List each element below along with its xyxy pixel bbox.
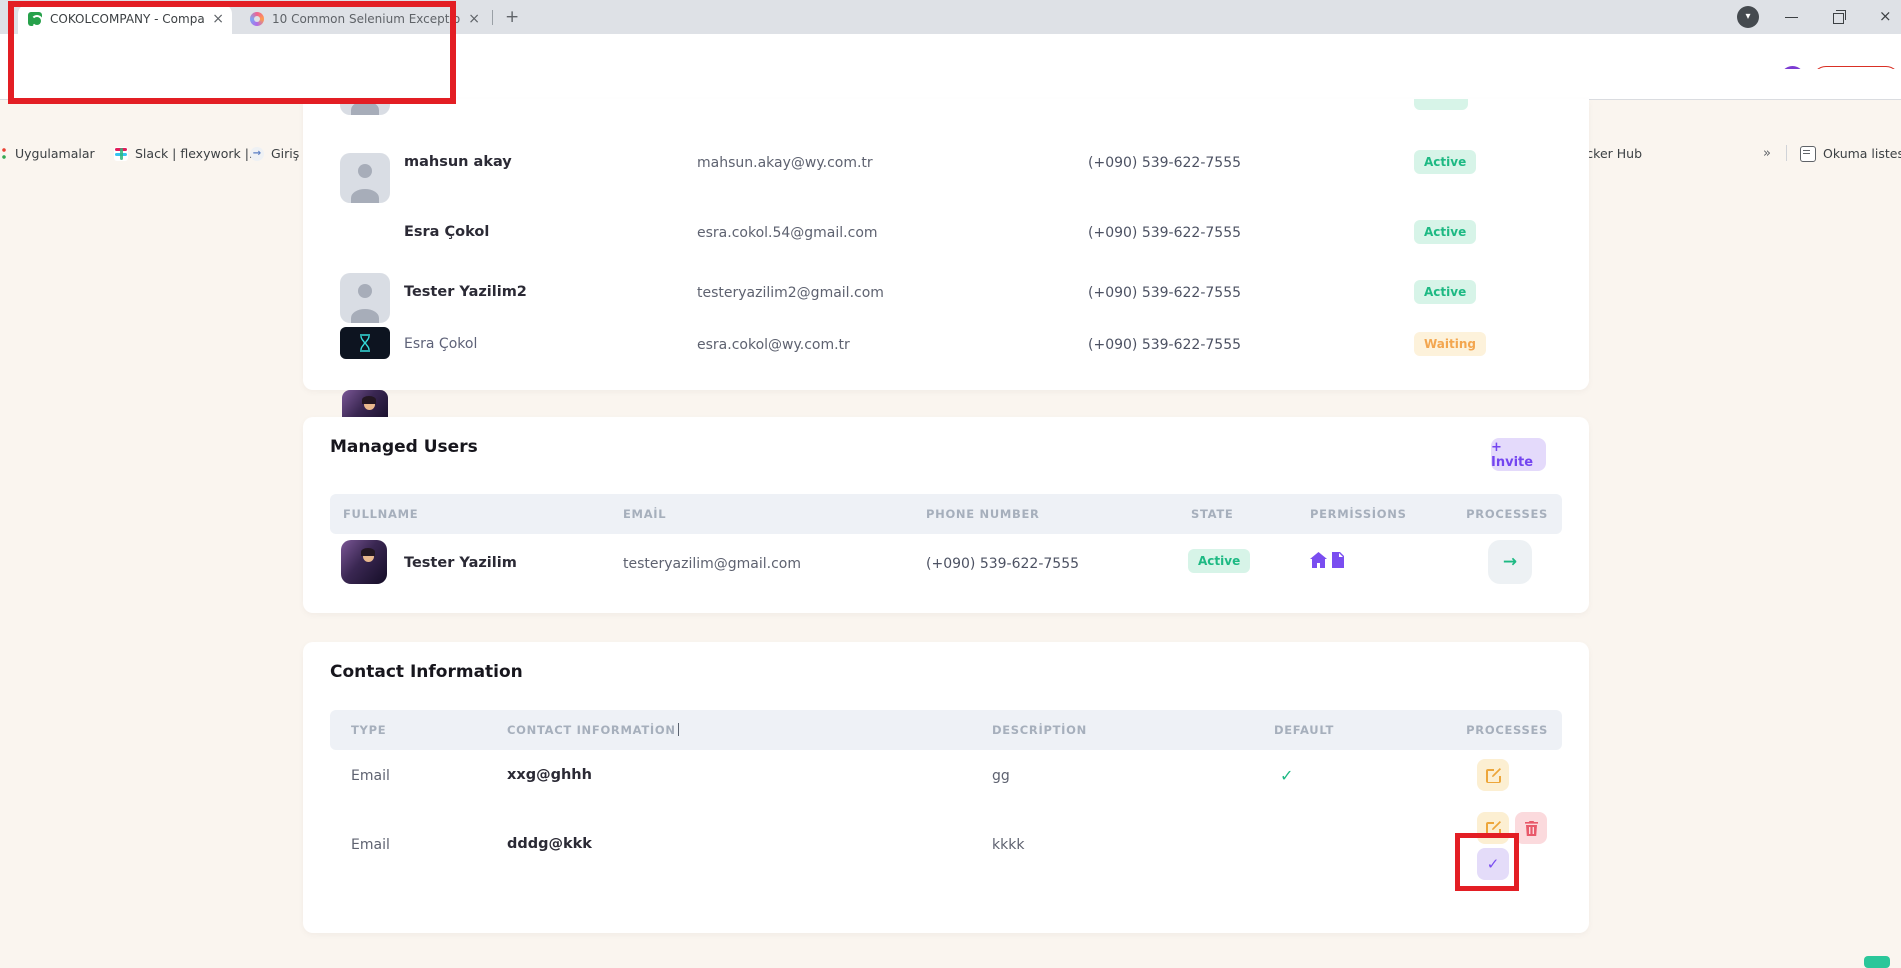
- section-title: Managed Users: [330, 437, 478, 457]
- company-tab-favicon: [28, 12, 42, 26]
- delete-contact-button[interactable]: [1515, 812, 1547, 844]
- avatar: [340, 273, 390, 323]
- confirm-contact-button[interactable]: ✓: [1477, 848, 1509, 880]
- col-fullname: FULLNAME: [343, 507, 418, 521]
- invite-button[interactable]: + Invite: [1491, 438, 1546, 471]
- status-badge: Waiting: [1414, 332, 1486, 356]
- status-badge: Active: [1414, 280, 1476, 304]
- arrow-icon: →: [250, 147, 264, 161]
- bookmark-label: Uygulamalar: [15, 146, 95, 161]
- permission-home-icon: [1310, 552, 1327, 572]
- contact-value: xxg@ghhh: [507, 767, 592, 783]
- apps-grid-icon: [0, 147, 8, 161]
- user-phone: (+090) 539-622-7555: [1088, 285, 1241, 301]
- col-type: TYPE: [351, 723, 386, 737]
- window-restore-button[interactable]: [1833, 13, 1844, 24]
- hourglass-graphic: [358, 334, 372, 352]
- edit-pencil-icon: [1486, 821, 1501, 836]
- default-check-icon: ✓: [1280, 766, 1293, 785]
- col-email: EMAİL: [623, 507, 666, 521]
- window-minimize-button[interactable]: [1785, 17, 1798, 18]
- status-badge: [1414, 99, 1468, 110]
- user-phone: (+090) 539-622-7555: [1088, 337, 1241, 353]
- bookmarks-separator: [1786, 145, 1787, 161]
- edit-contact-button[interactable]: [1477, 759, 1509, 791]
- col-contact-label: CONTACT INFORMATİON: [507, 723, 676, 737]
- tab-selenium-exceptions[interactable]: 10 Common Selenium Exceptions ×: [240, 4, 488, 34]
- managed-user-phone: (+090) 539-622-7555: [926, 556, 1079, 572]
- user-name: Tester Yazilim2: [404, 284, 527, 300]
- chevrons-icon: »: [1763, 146, 1771, 161]
- edit-contact-button[interactable]: [1477, 812, 1509, 844]
- col-phone: PHONE NUMBER: [926, 507, 1040, 521]
- selenium-tab-favicon: [250, 12, 264, 26]
- slack-icon: [114, 147, 128, 161]
- edit-pencil-icon: [1486, 768, 1501, 783]
- tab-close-icon[interactable]: ×: [212, 11, 224, 27]
- reading-list-label: Okuma listesi: [1823, 146, 1901, 161]
- avatar: [341, 540, 387, 584]
- window-close-button[interactable]: ×: [1879, 7, 1892, 25]
- bookmark-apps[interactable]: Uygulamalar: [0, 145, 95, 162]
- col-state: STATE: [1191, 507, 1233, 521]
- managed-user-name: Tester Yazilim: [404, 555, 517, 571]
- user-email: esra.cokol@wy.com.tr: [697, 337, 850, 353]
- user-name: mahsun akay: [404, 154, 512, 170]
- tab-close-icon[interactable]: ×: [468, 11, 480, 27]
- user-name: Esra Çokol: [404, 224, 489, 240]
- status-badge: Active: [1188, 549, 1250, 573]
- managed-users-card: Managed Users + Invite FULLNAME EMAİL PH…: [303, 417, 1589, 613]
- bookmark-slack[interactable]: Slack | flexywork |...: [114, 145, 261, 162]
- avatar: [340, 99, 390, 115]
- company-users-card: mahsun akay mahsun.akay@wy.com.tr (+090)…: [303, 99, 1589, 390]
- open-managed-user-button[interactable]: →: [1488, 540, 1532, 584]
- col-processes: PROCESSES: [1466, 723, 1548, 737]
- col-contact-information: CONTACT INFORMATİON: [507, 723, 679, 737]
- contact-table-header: TYPE CONTACT INFORMATİON DESCRİPTİON DEF…: [330, 710, 1562, 750]
- user-phone: (+090) 539-622-7555: [1088, 225, 1241, 241]
- contact-type: Email: [351, 837, 390, 853]
- avatar: [340, 327, 390, 359]
- text-caret: [678, 723, 679, 736]
- contact-description: kkkk: [992, 837, 1024, 853]
- screen: COKOLCOMPANY - Company De × 10 Common Se…: [0, 0, 1901, 968]
- user-email: testeryazilim2@gmail.com: [697, 285, 884, 301]
- managed-users-table-header: FULLNAME EMAİL PHONE NUMBER STATE PERMİS…: [330, 494, 1562, 534]
- tab-title: 10 Common Selenium Exceptions: [272, 12, 460, 26]
- contact-value: dddg@kkk: [507, 836, 592, 852]
- user-email: mahsun.akay@wy.com.tr: [697, 155, 873, 171]
- col-default: DEFAULT: [1274, 723, 1334, 737]
- contact-information-card: Contact Information TYPE CONTACT INFORMA…: [303, 642, 1589, 933]
- col-processes: PROCESSES: [1466, 507, 1548, 521]
- tab-title: COKOLCOMPANY - Company De: [50, 12, 204, 26]
- tab-company-detail[interactable]: COKOLCOMPANY - Company De ×: [18, 4, 232, 34]
- trash-icon: [1525, 821, 1538, 836]
- status-badge: Active: [1414, 220, 1476, 244]
- bookmarks-overflow-button[interactable]: »: [1763, 145, 1771, 162]
- permission-document-icon: [1331, 552, 1344, 572]
- contact-type: Email: [351, 768, 390, 784]
- user-phone: (+090) 539-622-7555: [1088, 155, 1241, 171]
- tab-strip: COKOLCOMPANY - Company De × 10 Common Se…: [0, 0, 1901, 34]
- bookmark-label: Slack | flexywork |...: [135, 146, 261, 161]
- tab-divider: [492, 10, 493, 25]
- contact-description: gg: [992, 768, 1010, 784]
- col-description: DESCRİPTİON: [992, 723, 1087, 737]
- new-tab-button[interactable]: +: [505, 8, 519, 26]
- user-name: Esra Çokol: [404, 336, 477, 352]
- bookmarks-bar: Uygulamalar Slack | flexywork |... → Gir…: [0, 69, 1901, 100]
- user-email: esra.cokol.54@gmail.com: [697, 225, 878, 241]
- section-title: Contact Information: [330, 662, 523, 682]
- browser-toolbar: ← → ↻ testportal.kiraci.app/managercompa…: [0, 34, 1901, 69]
- reading-list-icon: [1800, 146, 1816, 162]
- avatar: [340, 153, 390, 203]
- reading-list-button[interactable]: Okuma listesi: [1800, 145, 1901, 162]
- status-badge: Active: [1414, 150, 1476, 174]
- managed-user-email: testeryazilim@gmail.com: [623, 556, 801, 572]
- chat-widget-chip[interactable]: [1864, 956, 1890, 968]
- col-permissions: PERMİSSİONS: [1310, 507, 1407, 521]
- media-controls-button[interactable]: ▾: [1737, 6, 1759, 28]
